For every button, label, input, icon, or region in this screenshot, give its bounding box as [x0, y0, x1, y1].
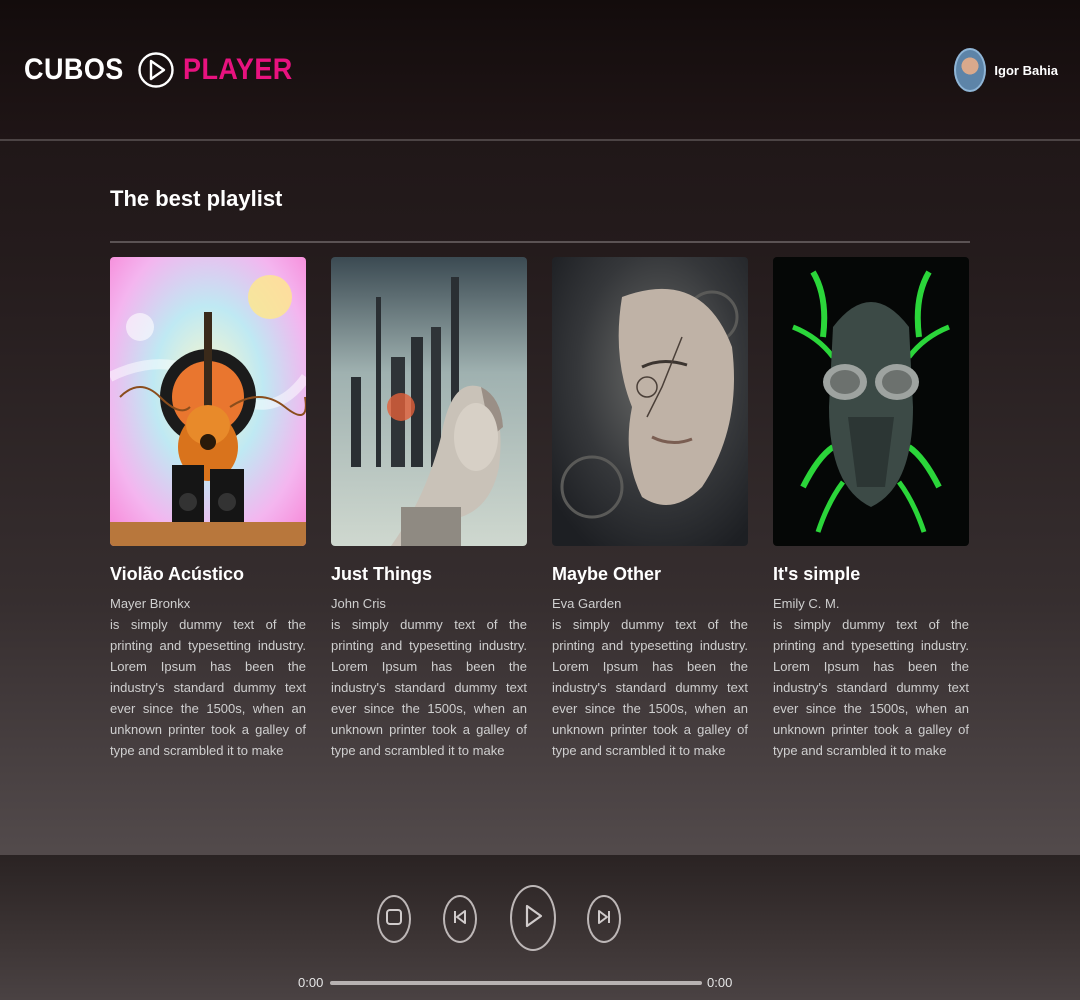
- progress-bar[interactable]: [330, 981, 702, 985]
- previous-icon: [451, 908, 469, 931]
- playlist-description: is simply dummy text of the printing and…: [552, 617, 748, 758]
- stop-button[interactable]: [377, 895, 411, 943]
- playlist-card-3[interactable]: Maybe Other Eva Garden is simply dummy t…: [552, 257, 748, 761]
- playlist-artist: Emily C. M.: [773, 596, 840, 611]
- next-icon: [595, 908, 613, 931]
- player-bar: 0:00 0:00: [0, 855, 1080, 1000]
- next-button[interactable]: [587, 895, 621, 943]
- city-woman-artwork: [331, 257, 527, 546]
- playlist-card-2[interactable]: Just Things John Cris is simply dummy te…: [331, 257, 527, 761]
- playlist-cover-3[interactable]: [552, 257, 748, 546]
- section-divider: [110, 241, 970, 243]
- top-header: CUBOS PLAYER Igor Bahia: [0, 0, 1080, 141]
- playlist-description: is simply dummy text of the printing and…: [110, 617, 306, 758]
- mask-artwork: [773, 257, 969, 546]
- total-time: 0:00: [707, 975, 733, 990]
- user-profile[interactable]: Igor Bahia: [954, 48, 1058, 92]
- playlist-description: is simply dummy text of the printing and…: [773, 617, 969, 758]
- playlist-description: is simply dummy text of the printing and…: [331, 617, 527, 758]
- user-name: Igor Bahia: [994, 62, 1058, 78]
- face-artwork: [552, 257, 748, 546]
- page-title: The best playlist: [110, 186, 283, 211]
- logo-text-cubos: CUBOS: [24, 53, 124, 86]
- playlist-cover-2[interactable]: [331, 257, 527, 546]
- stop-icon: [385, 908, 403, 931]
- playlist-cover-4[interactable]: [773, 257, 969, 546]
- playlist-grid: Violão Acústico Mayer Bronkx is simply d…: [110, 257, 970, 777]
- play-icon: [522, 903, 544, 934]
- playlist-artist: Mayer Bronkx: [110, 596, 191, 611]
- playlist-card-4[interactable]: It's simple Emily C. M. is simply dummy …: [773, 257, 969, 761]
- playlist-title[interactable]: Just Things: [331, 564, 527, 585]
- playlist-artist: John Cris: [331, 596, 386, 611]
- playlist-card-1[interactable]: Violão Acústico Mayer Bronkx is simply d…: [110, 257, 306, 761]
- playlist-title[interactable]: Violão Acústico: [110, 564, 306, 585]
- guitar-artwork: [110, 257, 306, 546]
- current-time: 0:00: [298, 975, 324, 990]
- logo-play-icon: [137, 43, 175, 97]
- play-button[interactable]: [510, 885, 556, 951]
- avatar[interactable]: [954, 48, 987, 92]
- playlist-title[interactable]: Maybe Other: [552, 564, 748, 585]
- previous-button[interactable]: [443, 895, 477, 943]
- playlist-title[interactable]: It's simple: [773, 564, 969, 585]
- app-logo[interactable]: CUBOS PLAYER: [24, 42, 305, 98]
- playlist-cover-1[interactable]: [110, 257, 306, 546]
- playlist-artist: Eva Garden: [552, 596, 622, 611]
- logo-text-player: PLAYER: [182, 53, 293, 86]
